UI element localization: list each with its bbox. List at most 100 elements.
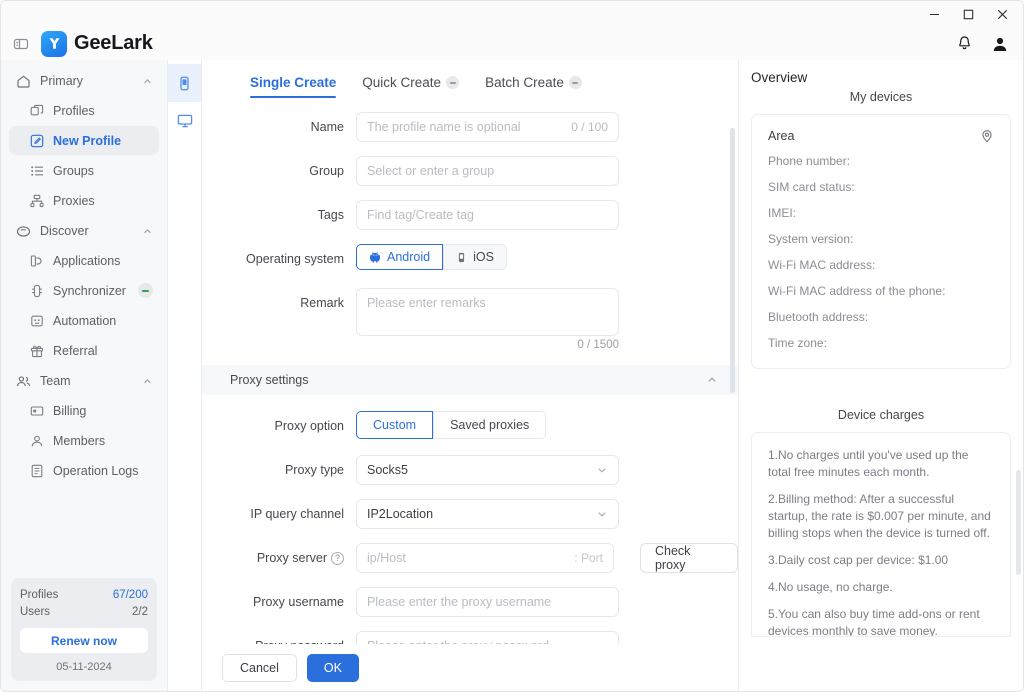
android-icon — [369, 251, 381, 263]
form-scroll-area: Name The profile name is optional 0 / 10… — [202, 98, 738, 644]
sidebar-item-members[interactable]: Members — [9, 426, 159, 455]
ios-phone-icon — [456, 252, 467, 263]
name-input[interactable]: The profile name is optional 0 / 100 — [356, 112, 619, 142]
sidebar-item-label: Synchronizer — [53, 283, 126, 298]
main-panel: Single Create Quick Create Batch Create … — [202, 60, 739, 691]
sidebar-footer: Profiles 67/200 Users 2/2 Renew now 05-1… — [1, 570, 167, 691]
app-header: GeeLark — [1, 27, 1023, 60]
sidebar-item-operation-logs[interactable]: Operation Logs — [9, 456, 159, 485]
charge-item: 3.Daily cost cap per device: $1.00 — [768, 553, 949, 567]
phone-device-icon[interactable] — [168, 64, 201, 102]
plan-expiry-date: 05-11-2024 — [56, 661, 112, 673]
ok-button[interactable]: OK — [306, 653, 359, 682]
field-tags: Tags Find tag/Create tag — [202, 200, 738, 230]
ip-query-channel-select[interactable]: IP2Location — [356, 499, 619, 529]
title-bar — [1, 1, 1023, 27]
group-input[interactable]: Select or enter a group — [356, 156, 619, 186]
sidebar-item-label: Operation Logs — [53, 463, 139, 478]
plan-users-value: 2/2 — [132, 606, 148, 618]
tab-label: Quick Create — [362, 75, 442, 90]
sidebar-group-primary[interactable]: Primary — [9, 66, 159, 96]
sidebar-item-profiles[interactable]: Profiles — [9, 96, 159, 125]
proxy-type-select[interactable]: Socks5 — [356, 455, 619, 485]
sidebar-item-automation[interactable]: Automation — [9, 306, 159, 335]
sidebar-item-label: New Profile — [53, 133, 122, 148]
user-avatar-icon[interactable] — [989, 33, 1011, 55]
check-proxy-button[interactable]: Check proxy — [639, 543, 738, 573]
sidebar-group-team[interactable]: Team — [9, 366, 159, 396]
proxy-settings-title: Proxy settings — [230, 373, 309, 387]
field-proxy-password: Proxy password Please enter the proxy pa… — [202, 631, 738, 644]
sidebar-item-applications[interactable]: Applications — [9, 246, 159, 275]
proxy-type-label: Proxy type — [284, 463, 344, 477]
renew-now-button[interactable]: Renew now — [20, 628, 148, 653]
charge-item: 4.No usage, no charge. — [768, 580, 893, 594]
field-proxy-username: Proxy username Please enter the proxy us… — [202, 587, 738, 617]
device-field: Bluetooth address: — [768, 310, 869, 324]
plan-profiles-value: 67/200 — [112, 589, 148, 601]
tags-input[interactable]: Find tag/Create tag — [356, 200, 619, 230]
proxy-option-label: Proxy option — [274, 419, 344, 433]
chevron-up-icon — [142, 226, 153, 237]
plan-profiles-row: Profiles 67/200 — [20, 587, 148, 604]
tab-batch-create[interactable]: Batch Create — [485, 75, 582, 98]
minimize-button[interactable] — [917, 2, 951, 26]
proxy-password-input[interactable]: Please enter the proxy password — [356, 631, 619, 644]
charge-item: 2.Billing method: After a successful sta… — [768, 492, 991, 540]
sync-status-badge — [138, 283, 153, 298]
team-icon — [15, 373, 32, 390]
device-area-row: Area — [768, 129, 994, 143]
remark-textarea[interactable]: Please enter remarks — [356, 288, 619, 336]
charge-item: 1.No charges until you've used up the to… — [768, 448, 969, 479]
sync-icon — [29, 283, 45, 299]
group-label: Group — [309, 164, 344, 178]
proxy-settings-section-header[interactable]: Proxy settings — [202, 365, 738, 395]
proxy-server-host-placeholder: ip/Host — [367, 551, 406, 565]
sidebar-item-new-profile[interactable]: New Profile — [9, 126, 159, 155]
sidebar-item-billing[interactable]: Billing — [9, 396, 159, 425]
sidebar-item-proxies[interactable]: Proxies — [9, 186, 159, 215]
field-operating-system: Operating system Android iOS — [202, 244, 738, 274]
plan-users-row: Users 2/2 — [20, 604, 148, 621]
chevron-up-icon — [142, 76, 153, 87]
os-option-android[interactable]: Android — [356, 244, 444, 270]
maximize-button[interactable] — [951, 2, 985, 26]
tab-quick-create[interactable]: Quick Create — [362, 75, 460, 98]
eye-slash-icon[interactable] — [594, 639, 608, 644]
cancel-button[interactable]: Cancel — [222, 653, 297, 682]
tab-single-create[interactable]: Single Create — [250, 75, 337, 98]
panel-toggle-icon[interactable] — [11, 34, 31, 54]
proxy-server-label: Proxy server ? — [222, 543, 356, 573]
proxy-server-input[interactable]: ip/Host : Port — [356, 543, 614, 573]
log-icon — [29, 463, 45, 479]
close-button[interactable] — [985, 2, 1019, 26]
sidebar-item-synchronizer[interactable]: Synchronizer — [9, 276, 159, 305]
tags-label: Tags — [317, 208, 344, 222]
device-type-rail — [168, 60, 202, 691]
list-icon — [29, 163, 45, 179]
proxy-option-saved[interactable]: Saved proxies — [433, 411, 547, 439]
sidebar-group-discover[interactable]: Discover — [9, 216, 159, 246]
proxy-password-label: Proxy password — [222, 631, 356, 644]
sidebar-nav: Primary Profiles New Profile Groups Prox… — [1, 60, 167, 570]
bell-icon[interactable] — [953, 33, 975, 55]
tags-placeholder: Find tag/Create tag — [367, 208, 475, 222]
create-profile-form: Name The profile name is optional 0 / 10… — [202, 98, 738, 644]
location-pin-icon[interactable] — [980, 129, 994, 143]
proxy-option-custom[interactable]: Custom — [356, 411, 434, 439]
proxy-username-input[interactable]: Please enter the proxy username — [356, 587, 619, 617]
sidebar-item-groups[interactable]: Groups — [9, 156, 159, 185]
help-icon[interactable]: ? — [331, 551, 344, 565]
plan-card: Profiles 67/200 Users 2/2 Renew now 05-1… — [11, 578, 157, 681]
desktop-device-icon[interactable] — [168, 102, 201, 140]
overview-scrollbar[interactable] — [1016, 470, 1021, 575]
overview-title: Overview — [751, 70, 808, 85]
sidebar-group-label: Primary — [40, 74, 84, 88]
form-scrollbar[interactable] — [730, 128, 735, 393]
os-option-ios[interactable]: iOS — [443, 244, 507, 270]
sidebar-item-referral[interactable]: Referral — [9, 336, 159, 365]
field-group: Group Select or enter a group — [202, 156, 738, 186]
sidebar-item-label: Applications — [53, 253, 121, 268]
device-charges-title: Device charges — [837, 408, 925, 422]
gift-icon — [29, 343, 45, 359]
